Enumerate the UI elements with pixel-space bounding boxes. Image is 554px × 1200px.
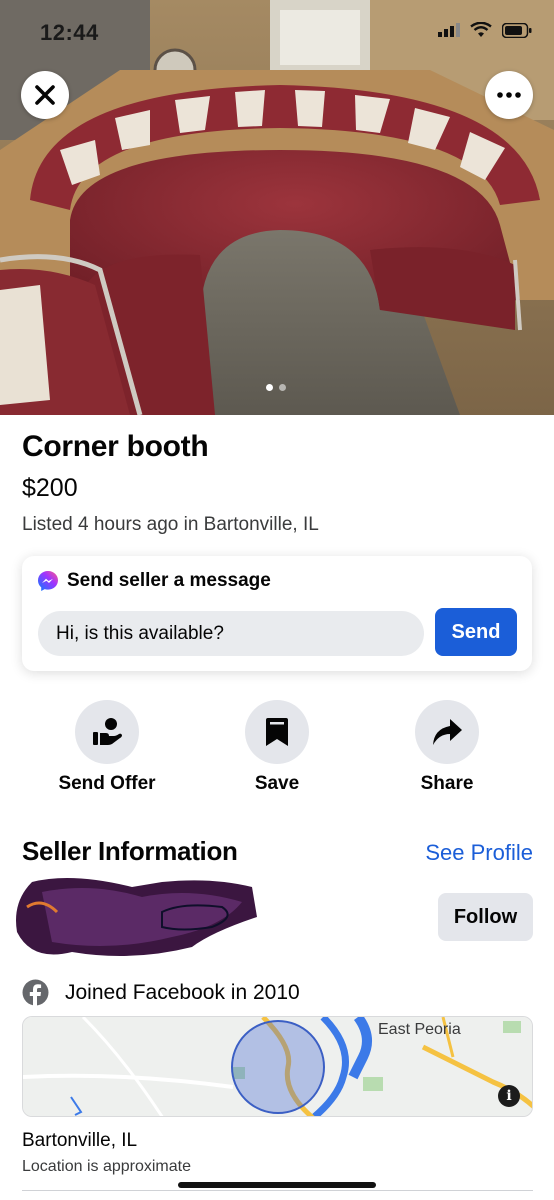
listing-meta: Listed 4 hours ago in Bartonville, IL — [22, 514, 319, 535]
save-button[interactable]: Save — [212, 700, 342, 795]
listing-photo[interactable]: 12:44 — [0, 0, 554, 415]
follow-button[interactable]: Follow — [438, 893, 533, 941]
signal-icon — [438, 23, 460, 37]
send-offer-icon-wrap — [75, 700, 139, 764]
share-button[interactable]: Share — [382, 700, 512, 795]
save-icon-wrap — [245, 700, 309, 764]
wifi-icon — [470, 22, 492, 37]
map-place-label: East Peoria — [378, 1021, 461, 1038]
message-seller-card: Send seller a message Send — [22, 556, 532, 671]
location-note: Location is approximate — [22, 1158, 191, 1175]
pager-dot-2[interactable] — [279, 384, 286, 391]
status-time: 12:44 — [40, 20, 99, 45]
send-offer-button[interactable]: Send Offer — [42, 700, 172, 795]
share-icon-wrap — [415, 700, 479, 764]
close-icon — [35, 85, 55, 105]
close-button[interactable] — [21, 71, 69, 119]
joined-text: Joined Facebook in 2010 — [65, 980, 300, 1004]
share-label: Share — [420, 773, 474, 794]
message-card-header: Send seller a message — [37, 570, 271, 592]
more-options-button[interactable] — [485, 71, 533, 119]
divider — [22, 1190, 533, 1191]
status-bar: 12:44 — [0, 0, 554, 66]
message-card-title: Send seller a message — [67, 570, 271, 591]
see-profile-link[interactable]: See Profile — [425, 840, 533, 866]
send-offer-label: Send Offer — [58, 773, 156, 794]
more-dots-icon — [497, 92, 521, 98]
joined-info: Joined Facebook in 2010 — [22, 979, 300, 1006]
save-label: Save — [254, 773, 300, 794]
map-info-icon[interactable]: i — [498, 1085, 520, 1107]
offer-hand-icon — [93, 718, 122, 745]
location-city: Bartonville, IL — [22, 1130, 138, 1151]
pager-dot-1[interactable] — [266, 384, 273, 391]
redaction-scribble — [16, 878, 257, 956]
battery-icon — [502, 22, 532, 38]
location-map[interactable]: East Peoria i — [22, 1016, 533, 1117]
send-message-button[interactable]: Send — [435, 608, 517, 656]
seller-name-redacted — [12, 872, 262, 962]
listing-title: Corner booth — [22, 430, 209, 463]
listing-price: $200 — [22, 474, 78, 502]
bookmark-icon — [266, 718, 288, 746]
photo-pager[interactable] — [266, 384, 286, 391]
seller-info-heading: Seller Information — [22, 836, 238, 866]
message-input[interactable] — [38, 611, 424, 656]
home-indicator[interactable] — [178, 1182, 376, 1188]
status-icons — [438, 22, 532, 38]
messenger-icon — [38, 571, 58, 591]
share-arrow-icon — [433, 719, 462, 745]
facebook-icon — [22, 979, 49, 1006]
